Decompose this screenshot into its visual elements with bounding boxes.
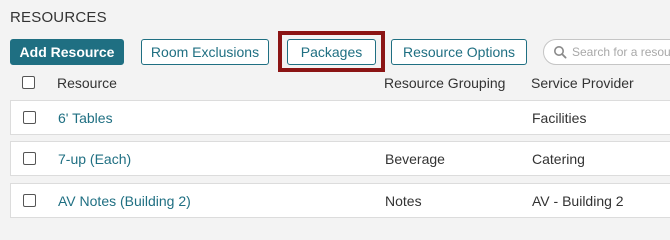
table-row[interactable]: AV Notes (Building 2) Notes AV - Buildin… <box>10 183 670 218</box>
resource-grouping-cell: Beverage <box>385 151 445 167</box>
section-title: RESOURCES <box>10 9 107 26</box>
service-provider-cell: Catering <box>532 151 585 167</box>
table-row[interactable]: 6' Tables Facilities <box>10 100 670 135</box>
select-all-checkbox[interactable] <box>22 76 35 89</box>
column-header-resource[interactable]: Resource <box>57 75 117 91</box>
table-row[interactable]: 7-up (Each) Beverage Catering <box>10 141 670 176</box>
service-provider-cell: AV - Building 2 <box>532 193 624 209</box>
resource-grouping-cell: Notes <box>385 193 422 209</box>
resource-options-button[interactable]: Resource Options <box>391 39 527 65</box>
search-icon <box>554 46 567 59</box>
resource-link[interactable]: 7-up (Each) <box>58 151 131 167</box>
resource-link[interactable]: AV Notes (Building 2) <box>58 193 191 209</box>
table-header: Resource Resource Grouping Service Provi… <box>10 70 670 96</box>
room-exclusions-button[interactable]: Room Exclusions <box>141 39 269 65</box>
search-box[interactable] <box>543 39 670 65</box>
add-resource-button[interactable]: Add Resource <box>10 39 124 65</box>
resource-link[interactable]: 6' Tables <box>58 110 113 126</box>
service-provider-cell: Facilities <box>532 110 587 126</box>
row-checkbox[interactable] <box>23 194 36 207</box>
column-header-service-provider[interactable]: Service Provider <box>531 75 634 91</box>
highlight-annotation-box <box>278 31 385 72</box>
column-header-resource-grouping[interactable]: Resource Grouping <box>384 75 505 91</box>
row-checkbox[interactable] <box>23 111 36 124</box>
row-checkbox[interactable] <box>23 152 36 165</box>
search-input[interactable] <box>572 45 670 59</box>
